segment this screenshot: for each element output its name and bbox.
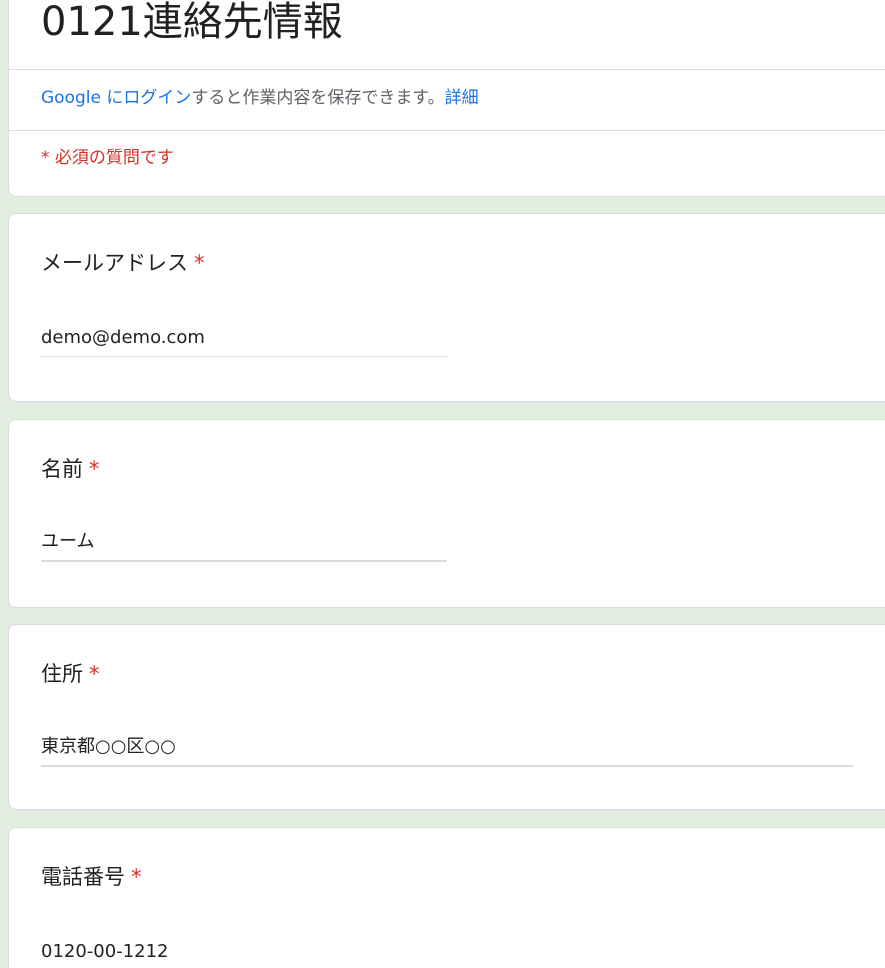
question-title: 住所 * — [41, 661, 100, 687]
required-star: * — [194, 251, 205, 275]
question-label: 名前 — [41, 457, 83, 481]
question-label: メールアドレス — [41, 251, 188, 275]
question-label: 電話番号 — [41, 865, 125, 889]
phone-field[interactable]: 0120-00-1212 — [41, 940, 448, 968]
header-divider — [9, 69, 885, 70]
question-card-phone: 電話番号 * 0120-00-1212 — [8, 827, 885, 968]
question-label: 住所 — [41, 662, 83, 686]
required-star: * — [89, 457, 100, 481]
question-title: 名前 * — [41, 456, 100, 482]
question-card-email: メールアドレス * demo@demo.com — [8, 213, 885, 402]
form-page: 0121連絡先情報 Google にログインすると作業内容を保存できます。詳細 … — [0, 0, 885, 968]
question-title: 電話番号 * — [41, 864, 142, 890]
email-field[interactable]: demo@demo.com — [41, 326, 448, 357]
required-star: * — [89, 662, 100, 686]
required-note: * 必須の質問です — [41, 148, 174, 168]
form-header-card: 0121連絡先情報 Google にログインすると作業内容を保存できます。詳細 … — [8, 0, 885, 197]
question-card-address: 住所 * 東京都○○区○○ — [8, 624, 885, 810]
question-title: メールアドレス * — [41, 250, 205, 276]
address-field[interactable]: 東京都○○区○○ — [41, 735, 853, 767]
required-star: * — [131, 865, 142, 889]
login-link[interactable]: Google にログイン — [41, 88, 191, 108]
question-card-name: 名前 * ユーム — [8, 419, 885, 608]
form-title: 0121連絡先情報 — [41, 0, 343, 45]
name-field[interactable]: ユーム — [41, 530, 447, 562]
details-link[interactable]: 詳細 — [445, 88, 479, 108]
login-notice-text: すると作業内容を保存できます。 — [191, 88, 445, 108]
header-divider-2 — [9, 130, 885, 131]
login-notice: Google にログインすると作業内容を保存できます。詳細 — [41, 87, 479, 109]
